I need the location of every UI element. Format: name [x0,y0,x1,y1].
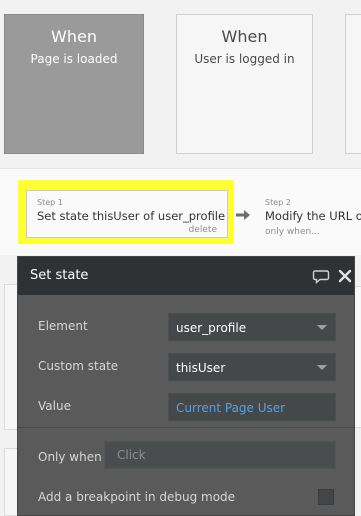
arrow-right-icon [236,210,250,220]
step-2-description[interactable]: Modify the URL o [265,209,361,223]
breakpoint-label: Add a breakpoint in debug mode [38,490,236,504]
step-description: Set state thisUser of user_profile [37,209,226,223]
custom-state-dropdown[interactable]: thisUser [168,353,336,381]
step-1-card[interactable]: Step 1 Set state thisUser of user_profil… [26,190,228,238]
custom-state-label: Custom state [38,359,119,373]
divider [18,427,354,428]
set-state-dialog: Set state Element user_profile Custom st… [17,256,355,516]
comment-icon[interactable] [312,267,330,285]
step-delete-link[interactable]: delete [189,225,217,235]
breakpoint-checkbox[interactable] [318,489,334,505]
dialog-header: Set state [18,257,354,295]
element-label: Element [38,319,88,333]
event-subtitle: User is logged in [194,52,295,66]
value-expression-field[interactable]: Current Page User [168,393,336,421]
dialog-title: Set state [30,268,89,283]
only-when-label: Only when [38,450,102,464]
event-title: When [51,27,97,46]
value-expression: Current Page User [176,401,286,415]
event-card-page-loaded[interactable]: When Page is loaded [4,14,144,154]
value-label: Value [38,399,71,413]
step-2-condition: only when... [265,227,320,237]
only-when-input[interactable]: Click [104,441,336,469]
event-subtitle: Page is loaded [30,52,118,66]
event-card-user-logged-in[interactable]: When User is logged in [176,14,313,154]
event-card-partial[interactable] [345,14,361,154]
chevron-down-icon [317,325,327,330]
event-title: When [221,27,268,46]
step-number: Step 1 [37,198,63,207]
background-panel [354,286,361,428]
step-number: Step 2 [265,198,291,207]
element-value: user_profile [176,321,247,335]
close-icon[interactable] [336,267,354,285]
custom-state-value: thisUser [176,361,226,375]
chevron-down-icon [317,365,327,370]
element-dropdown[interactable]: user_profile [168,313,336,341]
